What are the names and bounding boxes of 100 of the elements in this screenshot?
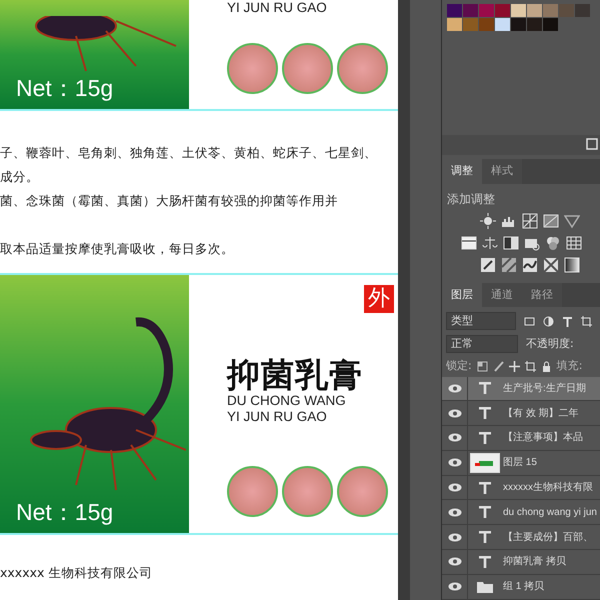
color-swatch[interactable] [479, 4, 494, 17]
filter-dropdown[interactable]: 类型 [446, 312, 516, 330]
text-layer-icon [479, 556, 491, 568]
eye-icon [448, 433, 462, 442]
opacity-label: 不透明度: [526, 336, 574, 352]
text-layer-icon [479, 432, 491, 444]
panel-tab[interactable]: 样式 [482, 159, 522, 184]
eye-icon [448, 408, 462, 418]
text-layer-icon [479, 531, 491, 544]
external-use-badge: 外 [364, 285, 394, 313]
pinyin-title: DU CHONG WANG [227, 393, 347, 409]
color-swatch[interactable] [447, 18, 462, 31]
photo-placeholder [227, 466, 278, 518]
layer-name: 组 1 拷贝 [503, 580, 544, 594]
lock-icon[interactable] [540, 360, 552, 372]
eye-icon [448, 483, 462, 492]
layer-name: 图层 15 [503, 456, 537, 470]
triangle-icon[interactable] [564, 212, 580, 228]
curves-grid-icon[interactable] [522, 212, 538, 228]
color-swatch[interactable] [575, 4, 590, 17]
color-swatch[interactable] [495, 18, 510, 31]
text-layer-icon [479, 382, 491, 394]
gradient-square-icon[interactable] [564, 256, 580, 272]
striped-square-icon[interactable] [501, 256, 517, 272]
layer-name: 抑菌乳膏 拷贝 [503, 554, 566, 570]
color-swatch[interactable] [495, 4, 510, 17]
folder-icon [477, 580, 493, 593]
color-swatch[interactable] [527, 4, 542, 17]
layer-name: 【注意事项】本品 [503, 430, 583, 446]
crop-icon [581, 316, 592, 326]
image-icon [524, 316, 535, 326]
layer-row[interactable]: 组 1 拷贝 [442, 574, 600, 600]
layer-row[interactable]: 图层 15 [442, 450, 600, 476]
photo-placeholder [337, 42, 388, 94]
half-square-icon[interactable] [502, 234, 518, 250]
sun-icon[interactable] [480, 212, 496, 228]
color-swatch[interactable] [559, 4, 574, 17]
fill-label: 填充: [556, 358, 582, 374]
pinyin-title: YI JUN RU GAO [227, 1, 328, 14]
layer-name: du chong wang yi jun [503, 506, 597, 520]
color-swatch[interactable] [511, 18, 526, 31]
layer-row[interactable]: 生产批号:生产日期 [442, 376, 600, 402]
text-line: 菌、念珠菌（霉菌、真菌）大肠杆菌有较强的抑菌等作用并 [0, 192, 339, 210]
layer-row[interactable]: du chong wang yi jun [442, 500, 600, 526]
cross-square-icon[interactable] [543, 256, 559, 272]
scrollbar[interactable] [398, 0, 410, 600]
layer-name: 生产批号:生产日期 [503, 382, 586, 396]
color-swatch[interactable] [463, 18, 478, 31]
text-line: 子、鞭蓉叶、皂角刺、独角莲、土伏苓、黄柏、蛇床子、七星剑、 [0, 144, 378, 162]
panel-tab[interactable]: 路径 [522, 282, 562, 307]
text-icon [562, 316, 573, 326]
brush-icon[interactable] [492, 360, 504, 372]
pinyin-title: YI JUN RU GAO [227, 408, 328, 424]
eye-icon [448, 508, 462, 517]
color-swatch[interactable] [447, 4, 462, 17]
layer-name: 【主要成份】百部、 [503, 530, 593, 545]
checker-icon[interactable] [476, 360, 488, 372]
text-line: xxxxxx 生物科技有限公司 [0, 564, 154, 582]
text-layer-icon [479, 506, 491, 518]
text-line: 取本品适量按摩使乳膏吸收，每日多次。 [0, 240, 235, 258]
circles-icon[interactable] [544, 234, 560, 250]
product-title: 抑菌乳膏 [227, 357, 364, 394]
photo-placeholder [282, 466, 333, 518]
color-swatch[interactable] [543, 18, 558, 31]
layer-name: xxxxxx生物科技有限 [503, 480, 593, 496]
eye-icon [448, 532, 462, 542]
half-circle-icon [543, 316, 554, 326]
panel-heading: 添加调整 [446, 190, 496, 208]
layer-row[interactable]: 【注意事项】本品 [442, 426, 600, 451]
text-layer-icon [479, 407, 491, 420]
crop-icon[interactable] [524, 360, 536, 372]
panel-tab[interactable]: 通道 [482, 282, 522, 307]
text-line: 成分。 [0, 168, 40, 186]
layer-row[interactable]: 抑菌乳膏 拷贝 [442, 550, 600, 575]
color-swatch[interactable] [543, 4, 558, 17]
new-item-icon [586, 138, 598, 150]
text-layer-icon [479, 482, 491, 494]
layer-row[interactable]: 【有 效 期】二年 [442, 401, 600, 426]
grid-icon[interactable] [566, 234, 582, 250]
eye-icon [448, 458, 462, 468]
color-swatch[interactable] [511, 4, 526, 17]
photo-placeholder [337, 466, 388, 518]
eye-icon [448, 557, 462, 566]
lock-label: 锁定: [446, 358, 472, 374]
net-weight: Net：15g [16, 500, 114, 525]
net-weight: Net：15g [16, 76, 114, 101]
color-swatch[interactable] [463, 4, 478, 17]
move-icon[interactable] [508, 360, 520, 372]
panel-tab[interactable]: 图层 [442, 282, 482, 307]
panel-tab[interactable]: 调整 [442, 159, 482, 184]
blend-mode-dropdown[interactable]: 正常 [446, 335, 518, 353]
scales-icon[interactable] [482, 234, 498, 250]
layer-row[interactable]: xxxxxx生物科技有限 [442, 476, 600, 500]
eye-icon [448, 582, 462, 592]
layer-name: 【有 效 期】二年 [503, 406, 579, 421]
color-swatch[interactable] [479, 18, 494, 31]
layer-row[interactable]: 【主要成份】百部、 [442, 525, 600, 550]
color-swatch[interactable] [527, 18, 542, 31]
wave-square-icon[interactable] [522, 256, 538, 272]
photo-placeholder [227, 42, 278, 94]
